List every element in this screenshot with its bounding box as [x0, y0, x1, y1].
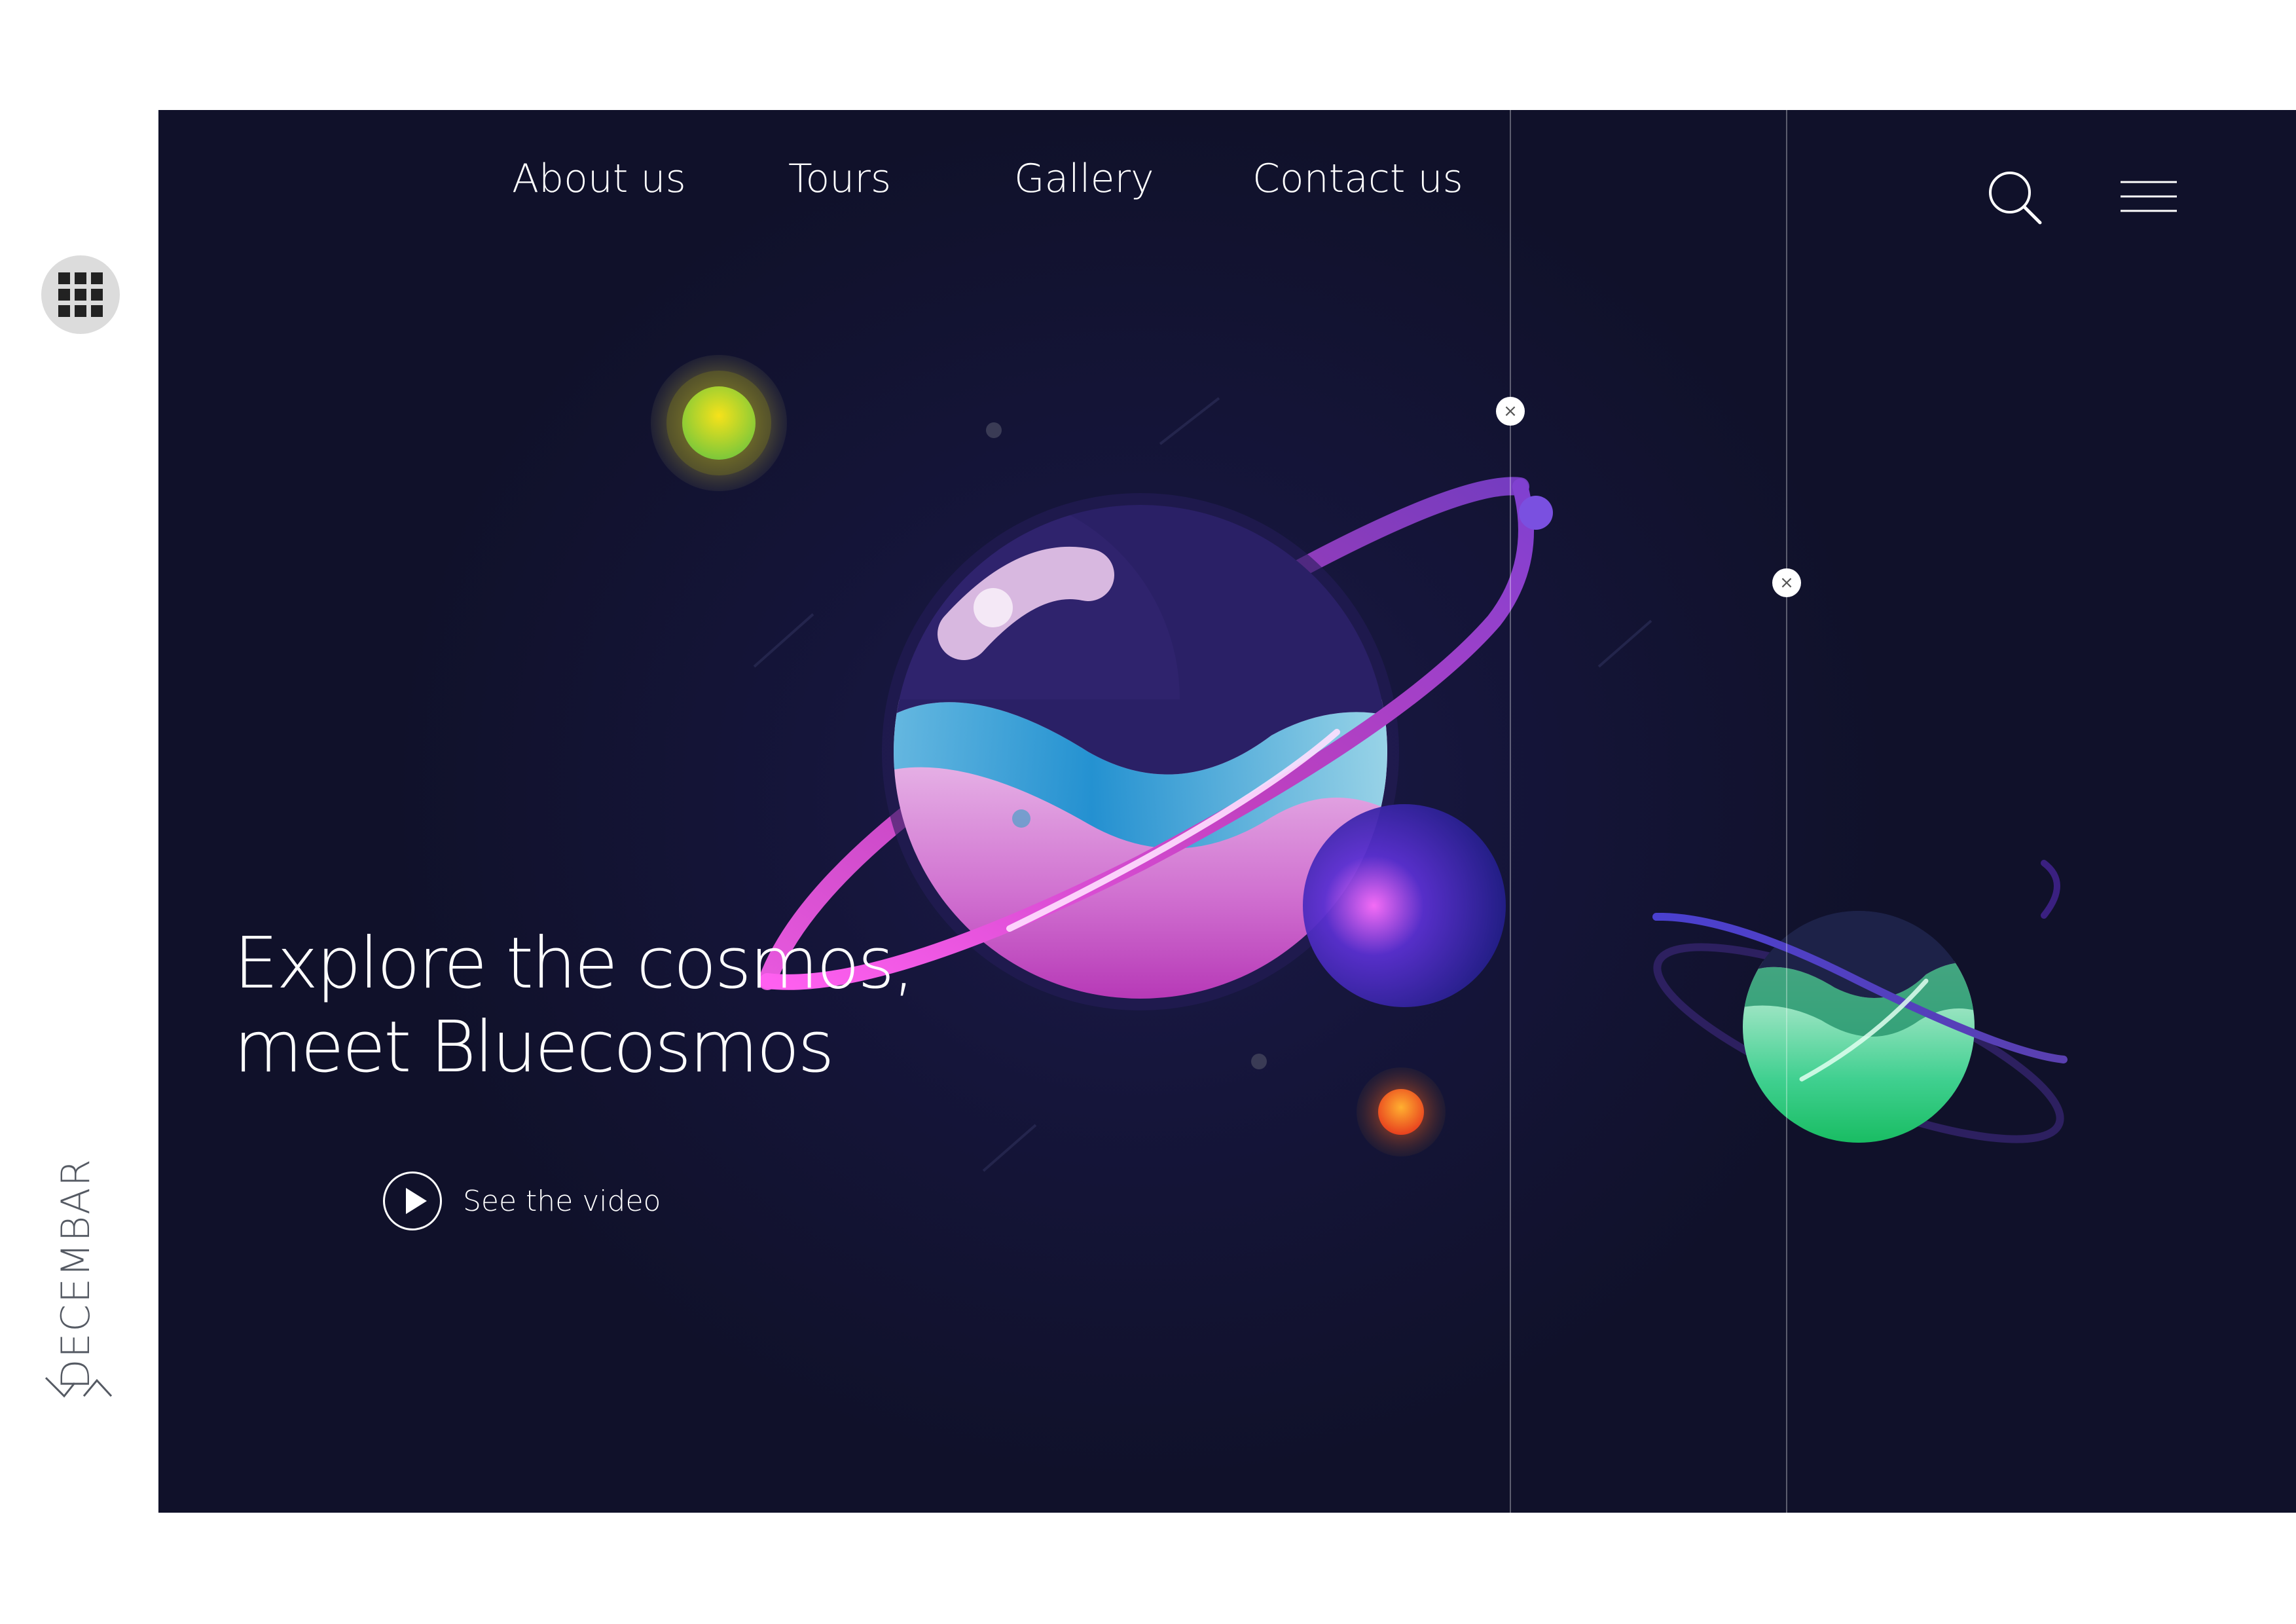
- nav-tours[interactable]: Tours: [788, 156, 891, 202]
- month-label: DECEMBAR: [53, 1158, 99, 1390]
- headline-line-2: meet Bluecosmos: [234, 1006, 835, 1088]
- hamburger-icon[interactable]: [2119, 175, 2178, 221]
- cosmos-illustration: [651, 355, 2068, 1172]
- ring-moonlet: [1519, 496, 1553, 530]
- see-video-label[interactable]: See the video: [463, 1185, 661, 1218]
- purple-moon: [1303, 804, 1506, 1007]
- grid-icon: [58, 272, 103, 317]
- orange-star: [1357, 1067, 1446, 1156]
- nav-about-us[interactable]: About us: [512, 156, 686, 202]
- nav-gallery[interactable]: Gallery: [1014, 156, 1154, 202]
- yellow-star: [651, 355, 787, 491]
- headline-line-1: Explore the cosmos,: [234, 923, 915, 1005]
- apps-grid-button[interactable]: [41, 255, 120, 334]
- close-marker-icon[interactable]: ×: [1772, 568, 1801, 597]
- see-video-button[interactable]: See the video: [383, 1170, 661, 1232]
- hero-section: × × About us Tours Gallery Contact us Ex…: [158, 110, 2296, 1513]
- close-marker-icon[interactable]: ×: [1496, 397, 1525, 426]
- chevron-up-down-icon[interactable]: [43, 1374, 115, 1400]
- green-planet: [1652, 860, 2068, 1143]
- play-icon[interactable]: [383, 1172, 442, 1230]
- guide-line: [1786, 110, 1787, 1513]
- nav-contact-us[interactable]: Contact us: [1252, 156, 1463, 202]
- search-icon[interactable]: [1985, 168, 2044, 227]
- hero-headline: Explore the cosmos, meet Bluecosmos: [234, 922, 1150, 1090]
- guide-line: [1510, 110, 1511, 1513]
